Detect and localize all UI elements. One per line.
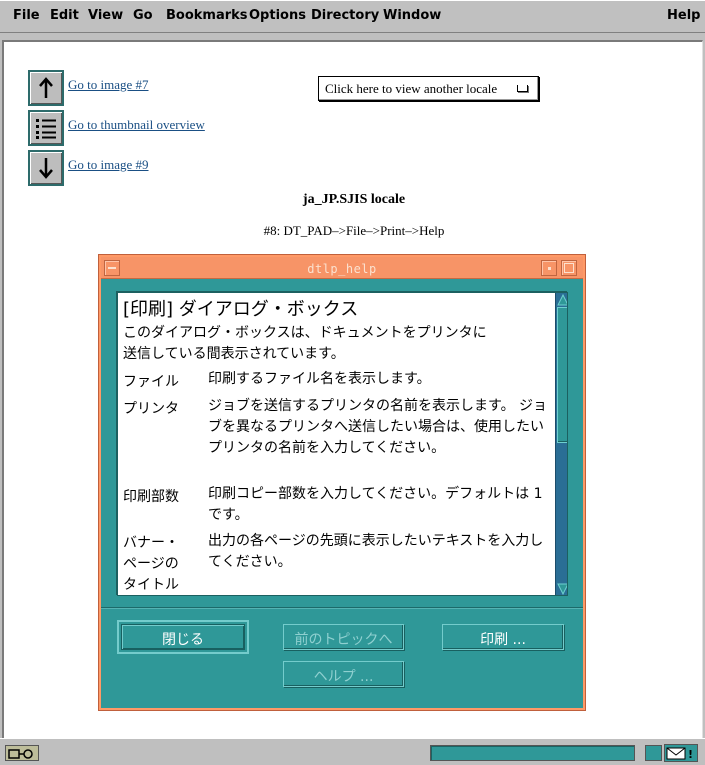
menu-view[interactable]: View	[88, 8, 123, 23]
menu-go[interactable]: Go	[133, 8, 153, 23]
status-indicator	[645, 745, 662, 761]
menu-options[interactable]: Options	[249, 8, 306, 23]
locale-button-label: Click here to view another locale	[325, 81, 498, 96]
help-intro-line2: 送信している間表示されています。	[123, 346, 345, 362]
menu-bookmarks[interactable]: Bookmarks	[166, 8, 248, 23]
locale-option-button[interactable]: Click here to view another locale	[318, 76, 539, 101]
option-menu-icon	[517, 85, 528, 92]
term-banner-title: バナー・ページのタイトル	[123, 535, 179, 593]
minimize-icon[interactable]	[541, 260, 557, 276]
dialog-titlebar[interactable]: dtlp_help	[101, 257, 583, 279]
thumbnail-overview-link[interactable]: Go to thumbnail overview	[68, 117, 205, 133]
help-button[interactable]: ヘルプ ...	[283, 661, 404, 687]
security-key-icon[interactable]	[5, 745, 39, 761]
list-icon[interactable]	[28, 110, 64, 146]
svg-text:!: !	[688, 748, 693, 761]
mail-icon[interactable]: !	[664, 744, 698, 762]
locale-title: ja_JP.SJIS locale	[302, 192, 406, 207]
menu-help[interactable]: Help	[667, 8, 700, 23]
menu-bar: File Edit View Go Bookmarks Options Dire…	[0, 0, 705, 33]
prev-image-link[interactable]: Go to image #7	[68, 77, 149, 93]
close-button[interactable]: 閉じる	[117, 620, 249, 654]
progress-bar	[430, 745, 635, 761]
dialog-separator	[101, 607, 583, 609]
scroll-up-icon[interactable]	[557, 294, 568, 306]
down-arrow-icon[interactable]	[28, 150, 64, 186]
term-file: ファイル	[123, 374, 179, 390]
def-copies: 印刷コピー部数を入力してください。デフォルトは 1 です。	[208, 486, 543, 523]
next-image-link[interactable]: Go to image #9	[68, 157, 149, 173]
menu-edit[interactable]: Edit	[50, 8, 79, 23]
term-copies: 印刷部数	[123, 489, 179, 505]
scroll-down-icon[interactable]	[557, 583, 568, 595]
dialog-title: dtlp_help	[307, 262, 377, 276]
help-dialog: dtlp_help [印刷] ダイアログ・ボックス このダイアログ・ボックスは、…	[99, 255, 585, 710]
menu-directory[interactable]: Directory	[311, 8, 379, 23]
menu-file[interactable]: File	[13, 8, 40, 23]
prev-topic-button[interactable]: 前のトピックへ	[283, 624, 404, 650]
def-printer: ジョブを送信するプリンタの名前を表示します。 ジョブを異なるプリンタへ送信したい…	[208, 398, 548, 456]
menu-window[interactable]: Window	[383, 8, 441, 23]
maximize-icon[interactable]	[561, 260, 577, 276]
help-intro-line1: このダイアログ・ボックスは、ドキュメントをプリンタに	[123, 325, 487, 341]
scroll-thumb[interactable]	[557, 307, 567, 443]
help-scrollbar[interactable]	[555, 293, 568, 595]
up-arrow-icon[interactable]	[28, 70, 64, 106]
def-file: 印刷するファイル名を表示します。	[208, 371, 431, 387]
help-heading: [印刷] ダイアログ・ボックス	[123, 299, 359, 320]
print-button[interactable]: 印刷 ...	[442, 624, 564, 650]
help-text-pane[interactable]: [印刷] ダイアログ・ボックス このダイアログ・ボックスは、ドキュメントをプリン…	[117, 292, 568, 596]
screenshot-caption: #8: DT_PAD–>File–>Print–>Help	[263, 223, 445, 238]
status-bar: !	[0, 738, 705, 765]
def-banner-title: 出力の各ページの先頭に表示したいテキストを入力してください。	[208, 533, 544, 570]
term-printer: プリンタ	[123, 401, 179, 417]
